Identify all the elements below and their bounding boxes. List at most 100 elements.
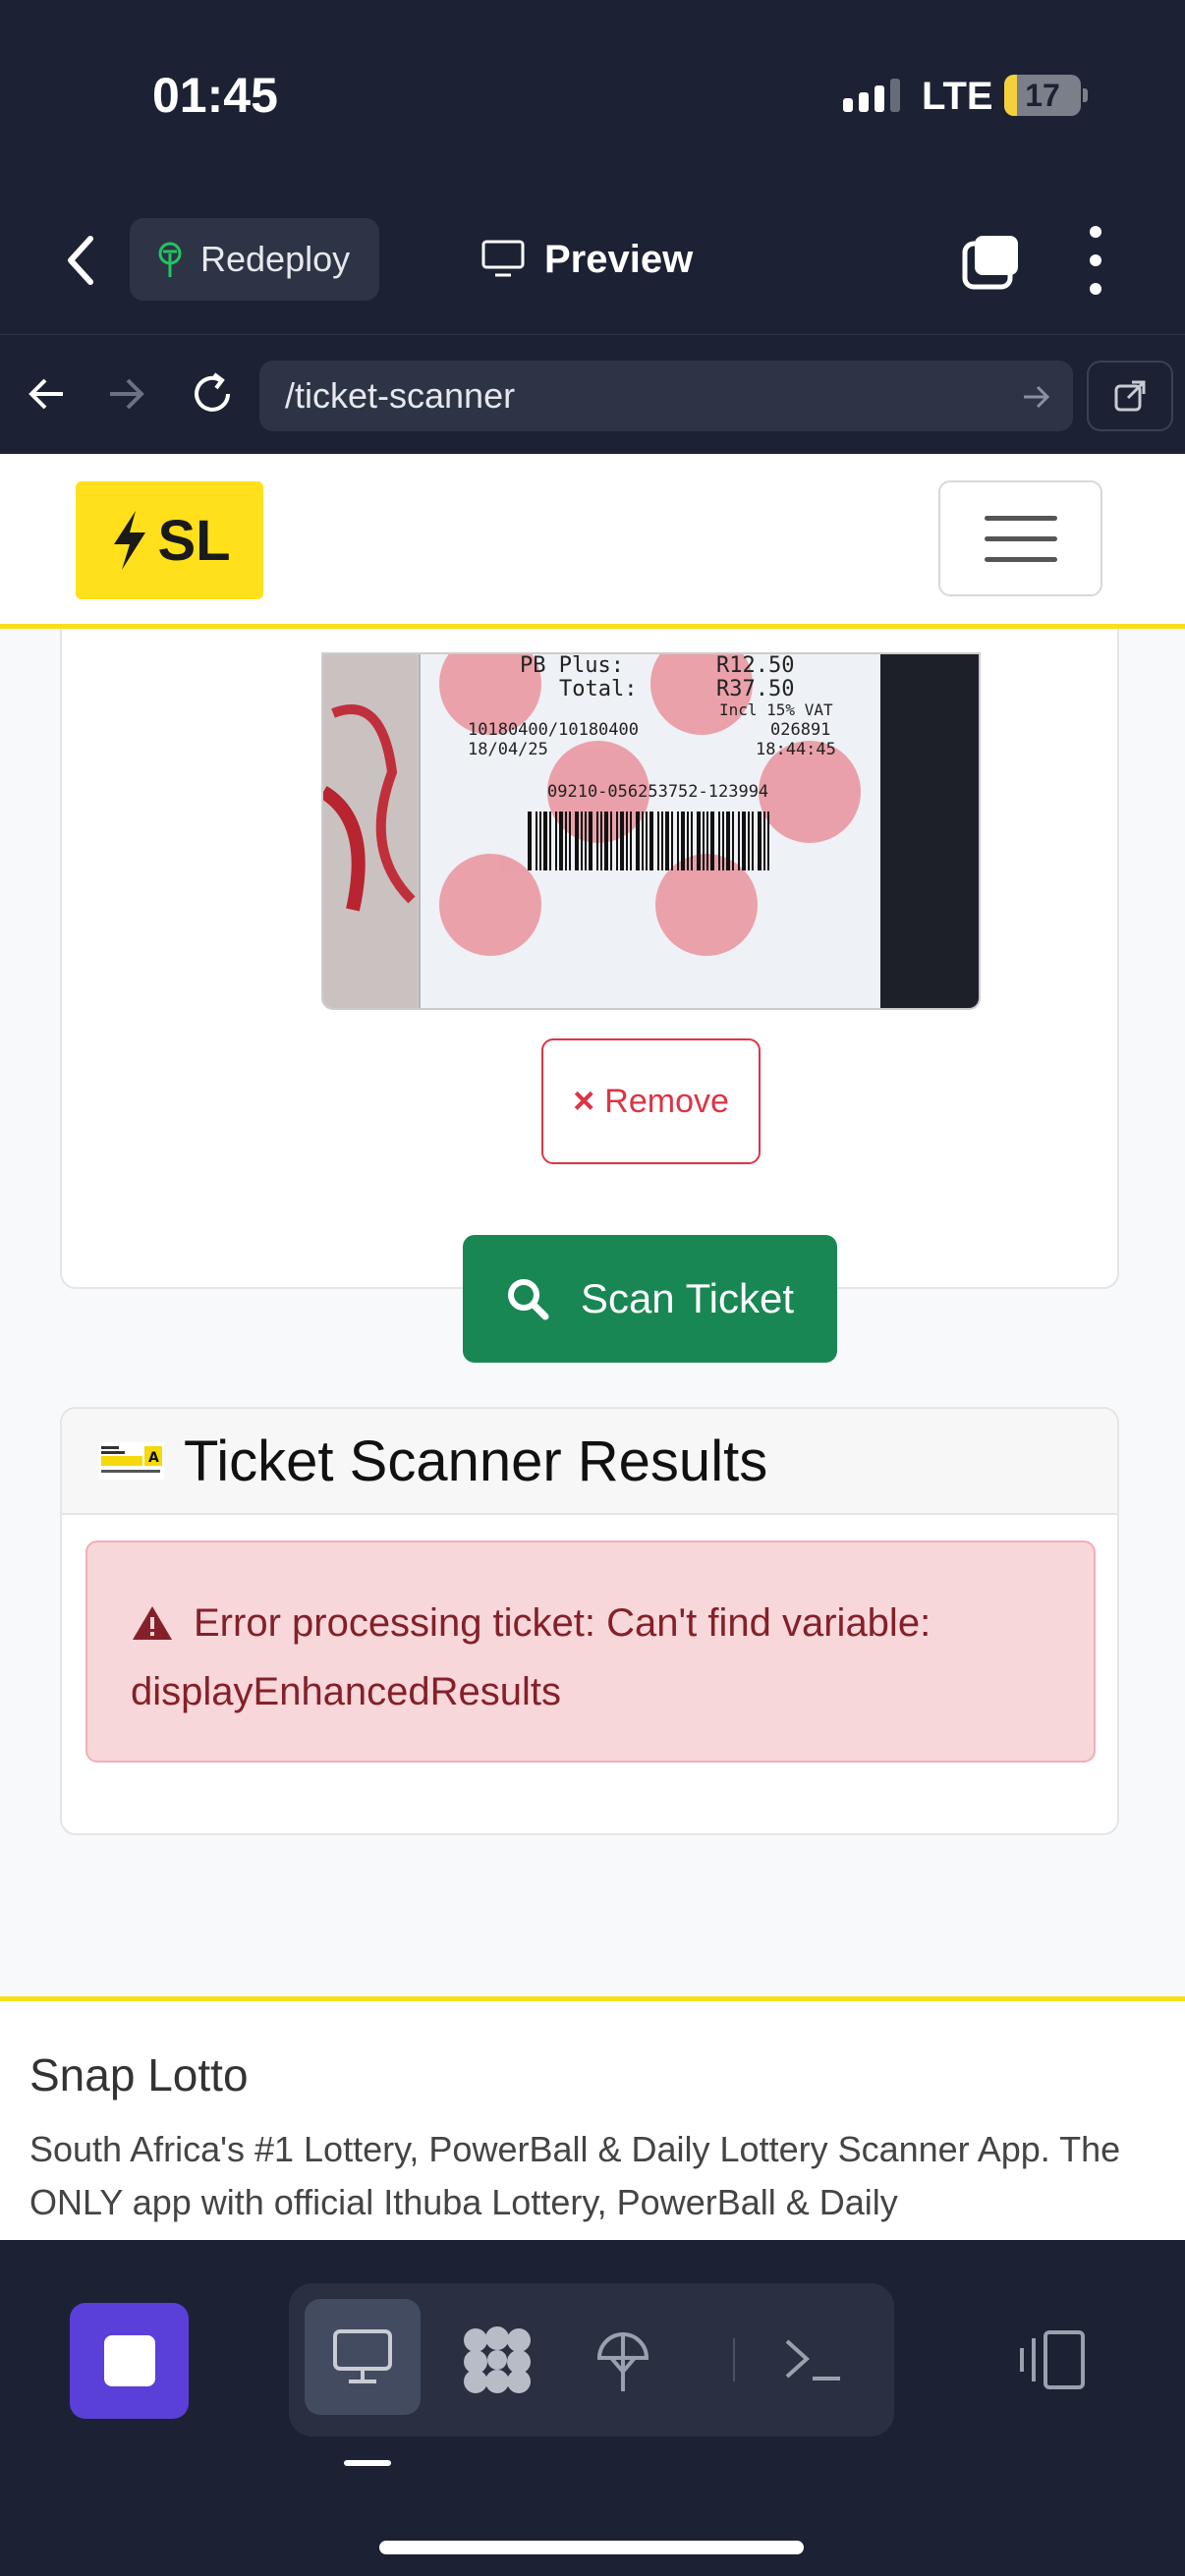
browser-back-icon[interactable] [28, 372, 67, 420]
browser-bar: /ticket-scanner [0, 334, 1185, 454]
ticket-total-label: Total: [559, 677, 637, 701]
barcode-bar [742, 812, 746, 870]
warning-icon [131, 1597, 174, 1660]
external-link-icon [1114, 380, 1146, 412]
battery-icon: 17 [1004, 75, 1081, 116]
barcode-bar [706, 812, 708, 870]
grid-icon [464, 2326, 531, 2393]
barcode-bar [549, 812, 551, 870]
results-card: A Ticket Scanner Results Error processin… [60, 1407, 1119, 1835]
open-external-button[interactable] [1087, 361, 1173, 431]
preview-button[interactable]: Preview [481, 228, 693, 291]
ticket-icon: A [99, 1442, 164, 1480]
browser-forward-icon[interactable] [106, 372, 145, 420]
barcode-bar [539, 812, 541, 870]
site-logo[interactable]: SL [76, 481, 263, 599]
lightning-icon [114, 511, 146, 570]
deploy-view-button[interactable] [574, 2283, 672, 2436]
svg-text:A: A [148, 1450, 159, 1466]
barcode-bar [604, 812, 608, 870]
stop-button[interactable] [70, 2303, 189, 2419]
barcode-bar [691, 812, 693, 870]
upload-card: PB Plus: R12.50 Total: R37.50 Incl 15% V… [60, 552, 1119, 1363]
barcode-bar [710, 812, 714, 870]
menu-toggle-button[interactable] [938, 480, 1102, 596]
status-time: 01:45 [152, 68, 278, 123]
results-title: Ticket Scanner Results [184, 1428, 768, 1493]
tabs-icon[interactable] [961, 232, 1022, 291]
barcode-bar [763, 812, 765, 870]
search-icon [507, 1279, 549, 1320]
scan-ticket-button[interactable]: Scan Ticket [463, 1235, 837, 1363]
barcode-bar [703, 812, 705, 870]
home-indicator [379, 2541, 804, 2554]
deploy-icon [596, 2332, 649, 2391]
url-text: /ticket-scanner [285, 375, 516, 416]
logo-text: SL [157, 508, 231, 573]
terminal-button[interactable] [764, 2283, 863, 2436]
barcode-bar [543, 812, 547, 870]
redeploy-button[interactable]: Redeploy [130, 218, 379, 301]
preview-label: Preview [544, 237, 694, 281]
barcode-bar [559, 812, 563, 870]
barcode-bar [581, 812, 583, 870]
ticket-date: 18/04/25 [468, 740, 548, 759]
barcode-bar [646, 812, 648, 870]
barcode-bar [665, 812, 669, 870]
barcode-bar [687, 812, 689, 870]
barcode-bar [596, 812, 598, 870]
battery-cap [1083, 88, 1088, 102]
bottom-toolbar [0, 2240, 1185, 2576]
barcode-bar [636, 812, 640, 870]
ticket-ref: 10180400/10180400 [468, 720, 639, 740]
reload-icon[interactable] [189, 368, 236, 424]
desktop-icon [333, 2329, 392, 2383]
footer-title: Snap Lotto [29, 2049, 249, 2100]
more-options-icon[interactable] [1081, 226, 1110, 295]
ticket-serial: 09210-056253752-123994 [547, 782, 768, 802]
barcode-bar [732, 812, 734, 870]
network-label: LTE [922, 75, 993, 118]
scan-ticket-label: Scan Ticket [580, 1275, 795, 1321]
ticket-vat: Incl 15% VAT [719, 700, 833, 719]
redeploy-label: Redeploy [200, 239, 351, 279]
error-message-wrap: Error processing ticket: Can't find vari… [131, 1592, 1050, 1723]
url-input[interactable]: /ticket-scanner [259, 361, 1073, 431]
ticket-product-price: R12.50 [716, 654, 794, 678]
remove-button[interactable]: × Remove [541, 1038, 761, 1164]
site-navbar: SL [0, 454, 1185, 629]
footer-description: South Africa's #1 Lottery, PowerBall & D… [29, 2129, 1121, 2222]
ticket-code: 026891 [770, 720, 830, 740]
barcode-bar [589, 812, 592, 870]
barcode-bar [528, 812, 532, 870]
ticket-preview-image: PB Plus: R12.50 Total: R37.50 Incl 15% V… [321, 652, 981, 1010]
app-header: Redeploy Preview [0, 196, 1185, 334]
barcode-bar [697, 812, 701, 870]
barcode-bar [555, 812, 557, 870]
barcode-bar [536, 812, 537, 870]
barcode-bar [767, 812, 769, 870]
barcode-bar [626, 812, 628, 870]
battery-percent: 17 [1025, 77, 1060, 113]
go-arrow-icon[interactable] [1020, 380, 1053, 419]
ticket-time: 18:44:45 [756, 740, 836, 759]
barcode-bar [718, 812, 720, 870]
barcode-bar [575, 812, 579, 870]
close-icon: × [573, 1080, 595, 1122]
back-icon[interactable] [61, 231, 110, 290]
barcode-bar [649, 812, 653, 870]
layout-icon[interactable] [1018, 2328, 1089, 2396]
barcode-bar [565, 812, 567, 870]
barcode-bar [758, 812, 762, 870]
barcode-bar [620, 812, 624, 870]
desktop-view-button[interactable] [305, 2299, 421, 2415]
error-message: Error processing ticket: Can't find vari… [131, 1601, 931, 1713]
remove-label: Remove [604, 1082, 729, 1120]
view-switcher [289, 2283, 894, 2436]
barcode-bar [726, 812, 730, 870]
site-footer: Snap Lotto South Africa's #1 Lottery, Po… [0, 1996, 1185, 2240]
grid-view-button[interactable] [448, 2283, 546, 2436]
status-bar: 01:45 LTE 17 [0, 0, 1185, 196]
stop-icon [103, 2335, 155, 2386]
barcode-bar [671, 812, 673, 870]
